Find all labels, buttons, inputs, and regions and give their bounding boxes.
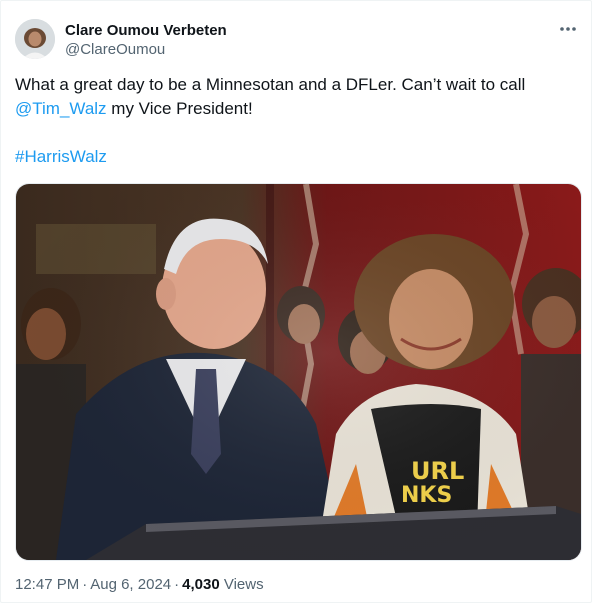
tweet-body: What a great day to be a Minnesotan and …: [15, 73, 577, 121]
hashtag-link[interactable]: #HarrisWalz: [15, 147, 107, 166]
tweet-text: What a great day to be a Minnesotan and …: [15, 73, 577, 169]
more-options-button[interactable]: [553, 17, 583, 41]
meta-separator: ·: [174, 576, 180, 593]
views-label: Views: [223, 576, 264, 593]
mention-link[interactable]: @Tim_Walz: [15, 99, 107, 118]
tweet-time[interactable]: 12:47 PM: [15, 576, 79, 593]
avatar[interactable]: [15, 19, 55, 59]
tweet-text-after: my Vice President!: [106, 99, 253, 118]
tweet-photo[interactable]: URL NKS: [15, 183, 582, 561]
user-handle[interactable]: @ClareOumou: [65, 40, 227, 59]
hashtag-line: #HarrisWalz: [15, 145, 577, 169]
tweet-card: Clare Oumou Verbeten @ClareOumou What a …: [0, 0, 592, 603]
views-count: 4,030: [182, 576, 220, 593]
tweet-date[interactable]: Aug 6, 2024: [90, 576, 171, 593]
tweet-meta: 12:47 PM · Aug 6, 2024 · 4,030 Views: [15, 575, 264, 595]
more-horizontal-icon: [560, 27, 576, 31]
author-names: Clare Oumou Verbeten @ClareOumou: [65, 21, 227, 59]
tweet-text-before: What a great day to be a Minnesotan and …: [15, 75, 526, 94]
meta-separator: ·: [82, 576, 88, 593]
tweet-header: Clare Oumou Verbeten @ClareOumou: [15, 19, 577, 61]
display-name[interactable]: Clare Oumou Verbeten: [65, 21, 227, 40]
